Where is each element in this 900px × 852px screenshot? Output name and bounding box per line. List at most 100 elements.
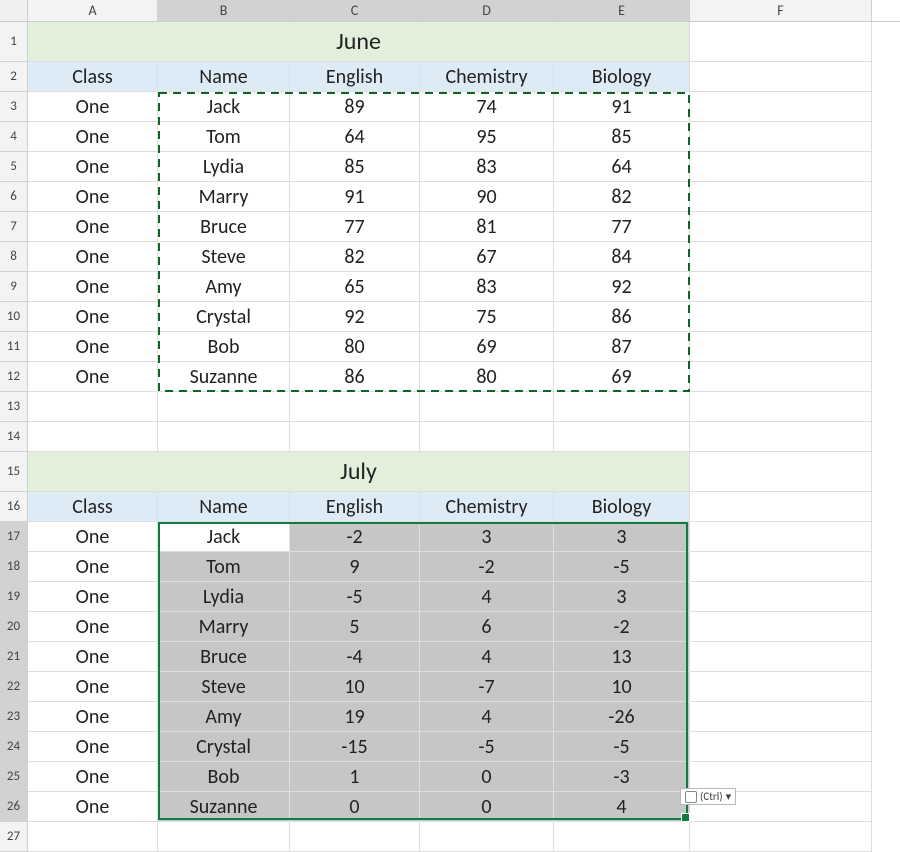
col-header-B[interactable]: B: [158, 0, 290, 21]
july-chemistry[interactable]: 6: [420, 612, 554, 642]
july-hdr-name[interactable]: Name: [158, 492, 290, 522]
july-chemistry[interactable]: 4: [420, 702, 554, 732]
cell-E14[interactable]: [554, 422, 690, 452]
row-header-17[interactable]: 17: [0, 522, 28, 552]
july-hdr-biology[interactable]: Biology: [554, 492, 690, 522]
june-class[interactable]: One: [28, 332, 158, 362]
july-name[interactable]: Amy: [158, 702, 290, 732]
cell-F1[interactable]: [690, 22, 872, 62]
june-chemistry[interactable]: 69: [420, 332, 554, 362]
july-biology[interactable]: 3: [554, 582, 690, 612]
cell-B27[interactable]: [158, 822, 290, 852]
col-header-F[interactable]: F: [690, 0, 872, 21]
july-name[interactable]: Suzanne: [158, 792, 290, 822]
july-hdr-chemistry[interactable]: Chemistry: [420, 492, 554, 522]
july-english[interactable]: 10: [290, 672, 420, 702]
june-chemistry[interactable]: 95: [420, 122, 554, 152]
row-header-21[interactable]: 21: [0, 642, 28, 672]
july-name[interactable]: Steve: [158, 672, 290, 702]
june-biology[interactable]: 77: [554, 212, 690, 242]
july-english[interactable]: 5: [290, 612, 420, 642]
cell-F15[interactable]: [690, 452, 872, 492]
row-header-27[interactable]: 27: [0, 822, 28, 852]
june-chemistry[interactable]: 83: [420, 152, 554, 182]
col-header-C[interactable]: C: [290, 0, 420, 21]
june-chemistry[interactable]: 81: [420, 212, 554, 242]
july-class[interactable]: One: [28, 762, 158, 792]
select-all-corner[interactable]: [0, 0, 28, 21]
june-chemistry[interactable]: 90: [420, 182, 554, 212]
cell-F18[interactable]: [690, 552, 872, 582]
row-header-20[interactable]: 20: [0, 612, 28, 642]
cell-C13[interactable]: [290, 392, 420, 422]
june-biology[interactable]: 82: [554, 182, 690, 212]
july-class[interactable]: One: [28, 792, 158, 822]
cell-E13[interactable]: [554, 392, 690, 422]
july-chemistry[interactable]: 4: [420, 582, 554, 612]
july-class[interactable]: One: [28, 672, 158, 702]
july-english[interactable]: 9: [290, 552, 420, 582]
cell-F8[interactable]: [690, 242, 872, 272]
july-english[interactable]: 1: [290, 762, 420, 792]
june-name[interactable]: Marry: [158, 182, 290, 212]
june-english[interactable]: 85: [290, 152, 420, 182]
row-header-22[interactable]: 22: [0, 672, 28, 702]
row-header-18[interactable]: 18: [0, 552, 28, 582]
june-biology[interactable]: 85: [554, 122, 690, 152]
cell-F9[interactable]: [690, 272, 872, 302]
row-header-1[interactable]: 1: [0, 22, 28, 62]
july-chemistry[interactable]: 0: [420, 762, 554, 792]
cell-F3[interactable]: [690, 92, 872, 122]
june-biology[interactable]: 92: [554, 272, 690, 302]
july-class[interactable]: One: [28, 642, 158, 672]
july-class[interactable]: One: [28, 732, 158, 762]
row-header-15[interactable]: 15: [0, 452, 28, 492]
june-biology[interactable]: 86: [554, 302, 690, 332]
cell-F4[interactable]: [690, 122, 872, 152]
cell-A13[interactable]: [28, 392, 158, 422]
june-name[interactable]: Bob: [158, 332, 290, 362]
june-chemistry[interactable]: 80: [420, 362, 554, 392]
july-chemistry[interactable]: -5: [420, 732, 554, 762]
june-hdr-english[interactable]: English: [290, 62, 420, 92]
june-english[interactable]: 64: [290, 122, 420, 152]
july-english[interactable]: 19: [290, 702, 420, 732]
col-header-A[interactable]: A: [28, 0, 158, 21]
july-english[interactable]: -2: [290, 522, 420, 552]
july-biology[interactable]: -5: [554, 732, 690, 762]
june-class[interactable]: One: [28, 152, 158, 182]
july-biology[interactable]: -3: [554, 762, 690, 792]
june-chemistry[interactable]: 67: [420, 242, 554, 272]
july-english[interactable]: -15: [290, 732, 420, 762]
june-title[interactable]: June: [28, 22, 690, 62]
cell-F20[interactable]: [690, 612, 872, 642]
row-header-23[interactable]: 23: [0, 702, 28, 732]
row-header-14[interactable]: 14: [0, 422, 28, 452]
june-name[interactable]: Steve: [158, 242, 290, 272]
paste-options-hint[interactable]: (Ctrl) ▾: [680, 788, 736, 805]
cell-F2[interactable]: [690, 62, 872, 92]
cell-D27[interactable]: [420, 822, 554, 852]
july-biology[interactable]: 13: [554, 642, 690, 672]
july-class[interactable]: One: [28, 612, 158, 642]
june-english[interactable]: 92: [290, 302, 420, 332]
june-name[interactable]: Jack: [158, 92, 290, 122]
june-hdr-class[interactable]: Class: [28, 62, 158, 92]
cell-D13[interactable]: [420, 392, 554, 422]
june-biology[interactable]: 91: [554, 92, 690, 122]
cell-D14[interactable]: [420, 422, 554, 452]
june-name[interactable]: Bruce: [158, 212, 290, 242]
cell-F10[interactable]: [690, 302, 872, 332]
cell-F22[interactable]: [690, 672, 872, 702]
cell-F13[interactable]: [690, 392, 872, 422]
row-header-19[interactable]: 19: [0, 582, 28, 612]
row-header-13[interactable]: 13: [0, 392, 28, 422]
july-class[interactable]: One: [28, 582, 158, 612]
june-hdr-name[interactable]: Name: [158, 62, 290, 92]
cell-C14[interactable]: [290, 422, 420, 452]
june-chemistry[interactable]: 74: [420, 92, 554, 122]
july-biology[interactable]: -26: [554, 702, 690, 732]
july-name[interactable]: Bruce: [158, 642, 290, 672]
cell-F19[interactable]: [690, 582, 872, 612]
june-name[interactable]: Tom: [158, 122, 290, 152]
